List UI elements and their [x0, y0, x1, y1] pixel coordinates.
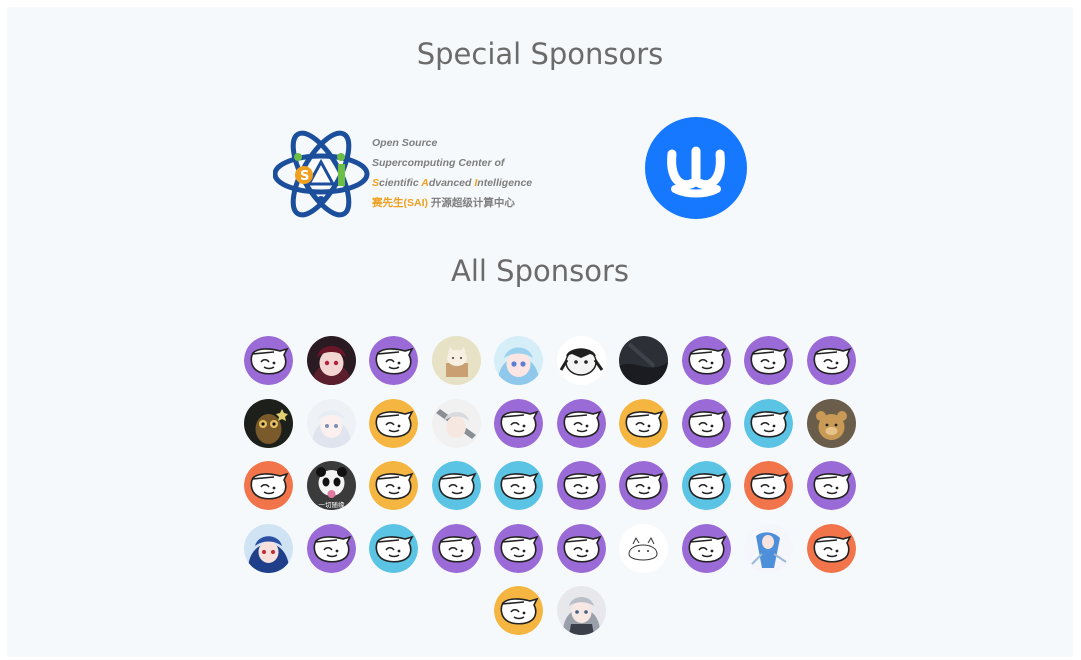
avatar-image: 一切随缘: [306, 461, 356, 510]
sponsor-avatar[interactable]: [431, 398, 481, 448]
sponsor-avatar[interactable]: [431, 336, 481, 385]
sponsor-avatar[interactable]: [556, 336, 606, 385]
sponsor-avatar[interactable]: [556, 586, 606, 635]
sponsor-avatar[interactable]: 一切随缘: [306, 461, 356, 510]
avatar-image: [556, 336, 606, 385]
default-avatar-icon: [369, 461, 418, 510]
default-avatar-icon: [369, 398, 418, 448]
default-avatar-icon: [494, 523, 543, 573]
sponsor-avatar[interactable]: [494, 523, 543, 573]
sponsor-avatar[interactable]: [744, 523, 793, 573]
sponsor-avatar[interactable]: [244, 523, 293, 573]
sponsor-avatar[interactable]: [806, 523, 856, 573]
sponsor-avatar[interactable]: [369, 398, 418, 448]
sponsor-avatar[interactable]: [431, 523, 481, 573]
avatar-image: [431, 398, 481, 448]
sponsor-avatar[interactable]: [806, 461, 856, 510]
avatar-image: [806, 398, 856, 448]
default-avatar-icon: [369, 523, 418, 573]
sponsor-avatar[interactable]: [556, 398, 606, 448]
sponsor-avatar[interactable]: [556, 523, 606, 573]
sponsor-avatar[interactable]: [244, 398, 293, 448]
sponsor-avatar[interactable]: [369, 336, 418, 385]
sai-line-2: Supercomputing Center of: [372, 157, 505, 169]
default-avatar-icon: [244, 461, 293, 510]
svg-text:S: S: [300, 169, 309, 184]
default-avatar-icon: [744, 336, 793, 385]
default-avatar-icon: [744, 461, 793, 510]
sponsor-avatar[interactable]: [619, 336, 668, 385]
default-avatar-icon: [494, 461, 543, 510]
sponsor-avatar[interactable]: [681, 398, 731, 448]
sponsor-avatar[interactable]: [244, 336, 293, 385]
default-avatar-icon: [806, 336, 856, 385]
sponsor-avatar[interactable]: [681, 461, 731, 510]
sponsor-avatar[interactable]: [744, 461, 793, 510]
sponsor-avatar[interactable]: [806, 336, 856, 385]
sai-logo-text: Open Source Supercomputing Center of Sci…: [372, 133, 532, 213]
default-avatar-icon: [681, 523, 731, 573]
atom-icon: S: [272, 130, 370, 218]
sponsor-avatar[interactable]: [619, 461, 668, 510]
sponsor-avatar[interactable]: [556, 461, 606, 510]
avatar-image: [306, 336, 356, 385]
default-avatar-icon: [806, 461, 856, 510]
sponsor-avatar[interactable]: [744, 336, 793, 385]
sponsor-avatar[interactable]: [369, 523, 418, 573]
default-avatar-icon: [431, 523, 481, 573]
avatar-image: [744, 523, 793, 573]
avatar-image: [244, 523, 293, 573]
sponsor-avatar[interactable]: [619, 523, 668, 573]
default-avatar-icon: [806, 523, 856, 573]
sai-line-4: 赛先生(SAI) 开源超级计算中心: [372, 197, 515, 209]
sponsor-avatar[interactable]: [244, 461, 293, 510]
sponsor-w-logo[interactable]: [645, 117, 747, 219]
all-sponsors-title: All Sponsors: [451, 254, 629, 288]
crown-w-icon: [645, 117, 747, 219]
default-avatar-icon: [556, 398, 606, 448]
sponsor-avatar[interactable]: [494, 461, 543, 510]
default-avatar-icon: [681, 336, 731, 385]
sponsor-avatar[interactable]: [619, 398, 668, 448]
sponsor-avatar[interactable]: [681, 336, 731, 385]
default-avatar-icon: [306, 523, 356, 573]
avatar-image: [306, 398, 356, 448]
avatar-image: [619, 523, 668, 573]
sponsor-avatar[interactable]: [494, 586, 543, 635]
default-avatar-icon: [556, 461, 606, 510]
sponsor-avatar[interactable]: [681, 523, 731, 573]
default-avatar-icon: [619, 461, 668, 510]
avatar-image: [556, 586, 606, 635]
sponsor-avatar-grid: 一切随缘: [244, 336, 864, 656]
default-avatar-icon: [244, 336, 293, 385]
sponsor-avatar[interactable]: [306, 398, 356, 448]
sponsors-panel: Special Sponsors S Open Source Supercomp…: [7, 7, 1073, 657]
panda-caption: 一切随缘: [318, 500, 345, 509]
default-avatar-icon: [744, 398, 793, 448]
default-avatar-icon: [431, 461, 481, 510]
sponsor-avatar[interactable]: [806, 398, 856, 448]
avatar-image: [431, 336, 481, 385]
default-avatar-icon: [556, 523, 606, 573]
sponsor-avatar[interactable]: [306, 523, 356, 573]
sponsor-avatar[interactable]: [494, 336, 543, 385]
sai-line-1: Open Source: [372, 137, 438, 149]
default-avatar-icon: [369, 336, 418, 385]
sai-sponsor-logo[interactable]: S Open Source Supercomputing Center of S…: [272, 124, 543, 224]
avatar-image: [619, 336, 668, 385]
default-avatar-icon: [494, 398, 543, 448]
sai-line-3: Scientific Advanced Intelligence: [372, 177, 533, 189]
sponsor-avatar[interactable]: [431, 461, 481, 510]
default-avatar-icon: [494, 586, 543, 635]
sponsor-avatar[interactable]: [306, 336, 356, 385]
default-avatar-icon: [681, 398, 731, 448]
special-sponsors-title: Special Sponsors: [416, 37, 664, 71]
sponsor-avatar[interactable]: [494, 398, 543, 448]
avatar-image: [244, 398, 293, 448]
default-avatar-icon: [681, 461, 731, 510]
sponsor-avatar[interactable]: [369, 461, 418, 510]
default-avatar-icon: [619, 398, 668, 448]
avatar-image: [494, 336, 543, 385]
sponsor-avatar[interactable]: [744, 398, 793, 448]
